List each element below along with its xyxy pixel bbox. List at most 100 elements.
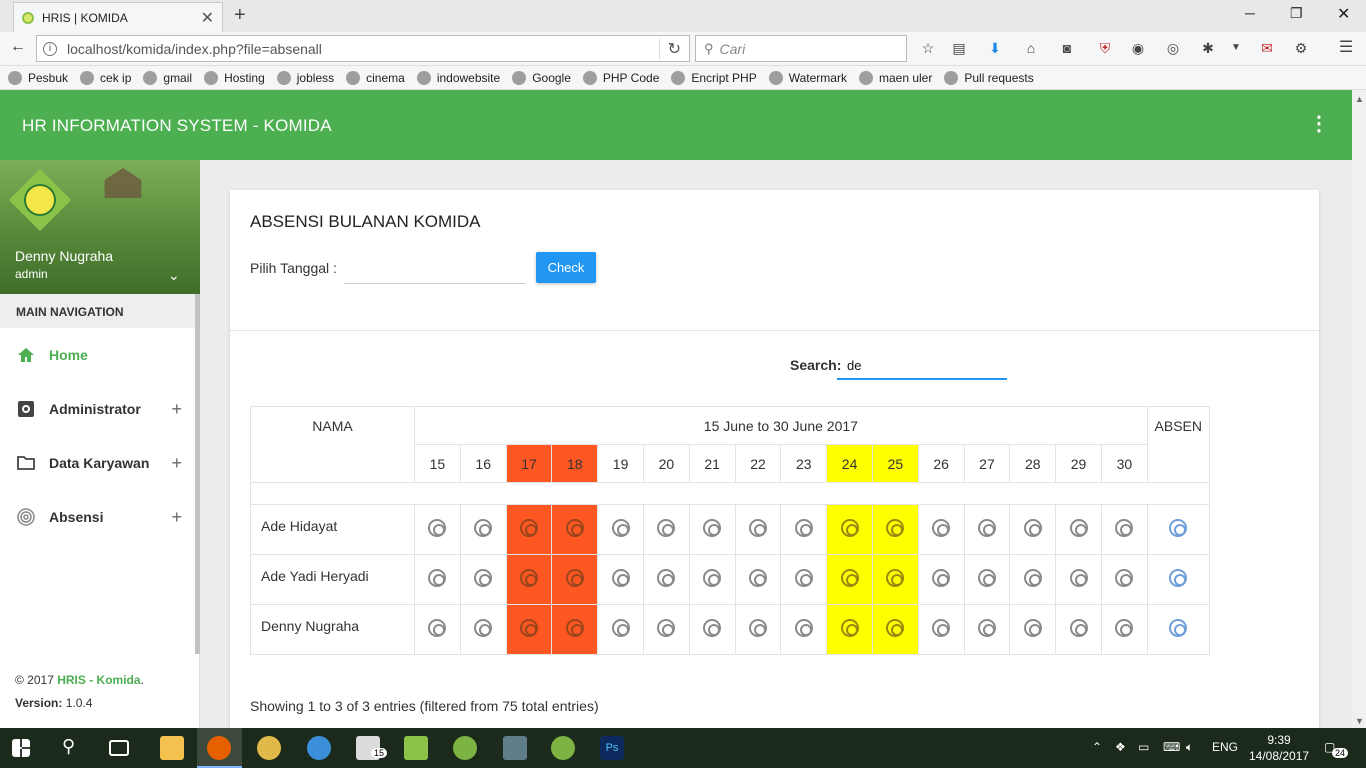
search-input[interactable]: de [837, 350, 1007, 380]
sidebar-item-data-karyawan[interactable]: Data Karyawan + [0, 436, 196, 490]
volume-icon[interactable]: 🔈︎ [1186, 740, 1193, 755]
taskbar-clock[interactable]: 9:39 14/08/2017 [1249, 732, 1309, 764]
search-taskbar-icon[interactable]: ⚲ [62, 736, 86, 760]
attendance-cell[interactable] [688, 604, 736, 655]
attendance-cell[interactable] [1100, 504, 1148, 555]
expand-plus-icon[interactable]: + [171, 453, 182, 474]
attendance-cell[interactable] [551, 554, 599, 605]
bookmark-item[interactable]: Google [512, 70, 571, 85]
file-explorer-icon[interactable] [160, 736, 184, 760]
footer-brand-link[interactable]: HRIS - Komida [57, 673, 140, 687]
network-icon[interactable]: ⌨ [1163, 740, 1180, 754]
firefox-icon[interactable] [207, 736, 231, 760]
attendance-cell[interactable] [871, 504, 919, 555]
attendance-cell[interactable] [414, 554, 461, 605]
attendance-cell[interactable] [963, 504, 1011, 555]
scroll-down-icon[interactable]: ▼ [1355, 716, 1364, 726]
android-studio-icon[interactable] [453, 736, 477, 760]
attendance-cell[interactable] [414, 604, 461, 655]
attendance-cell[interactable] [551, 504, 599, 555]
date-input[interactable] [344, 252, 526, 284]
attendance-cell[interactable] [1055, 604, 1102, 655]
attendance-cell[interactable] [597, 504, 644, 555]
bookmark-item[interactable]: Hosting [204, 70, 265, 85]
attendance-cell[interactable] [597, 554, 644, 605]
bookmark-item[interactable]: PHP Code [582, 70, 659, 85]
attendance-cell[interactable] [551, 604, 599, 655]
android-studio-icon-2[interactable] [551, 736, 575, 760]
addon-gear-icon[interactable]: ⚙ [1293, 40, 1309, 56]
bookmark-item[interactable]: Encript PHP [671, 70, 757, 85]
pocket-icon[interactable]: ◙ [1059, 40, 1075, 56]
download-icon[interactable]: ⬇ [987, 40, 1003, 56]
close-tab-icon[interactable]: ✕ [201, 8, 214, 28]
home-browser-icon[interactable]: ⌂ [1023, 40, 1039, 56]
absen-cell[interactable] [1146, 554, 1210, 605]
sidebar-scrollbar[interactable] [195, 294, 200, 654]
app-icon-3[interactable] [503, 736, 527, 760]
addon-circle-icon[interactable]: ◎ [1165, 40, 1181, 56]
attendance-cell[interactable] [1055, 554, 1102, 605]
attendance-cell[interactable] [642, 604, 690, 655]
addon-eye-icon[interactable]: ◉ [1130, 40, 1146, 56]
attendance-cell[interactable] [1100, 604, 1148, 655]
bookmark-item[interactable]: Pesbuk [8, 70, 68, 85]
attendance-cell[interactable] [688, 504, 736, 555]
attendance-cell[interactable] [963, 554, 1011, 605]
attendance-cell[interactable] [871, 554, 919, 605]
battery-icon[interactable]: ▭ [1138, 740, 1149, 754]
attendance-cell[interactable] [917, 604, 965, 655]
restore-icon[interactable]: ❐ [1290, 5, 1303, 22]
attendance-cell[interactable] [459, 554, 507, 605]
attendance-cell[interactable] [642, 504, 690, 555]
windows-start-icon[interactable] [12, 739, 30, 757]
attendance-cell[interactable] [780, 554, 828, 605]
attendance-cell[interactable] [414, 504, 461, 555]
bookmark-item[interactable]: cinema [346, 70, 405, 85]
bookmark-item[interactable]: Pull requests [944, 70, 1034, 85]
notepad-icon[interactable] [404, 736, 428, 760]
attendance-cell[interactable] [688, 554, 736, 605]
attendance-cell[interactable] [1009, 554, 1057, 605]
attendance-cell[interactable] [780, 604, 828, 655]
browser-tab[interactable]: HRIS | KOMIDA ✕ [13, 2, 223, 32]
bookmark-item[interactable]: Watermark [768, 70, 847, 85]
addon-shield-icon[interactable]: ⛨ [1097, 40, 1113, 56]
expand-plus-icon[interactable]: + [171, 399, 182, 420]
new-tab-icon[interactable]: + [234, 4, 246, 27]
attendance-cell[interactable] [780, 504, 828, 555]
chevron-down-icon[interactable]: ⌄ [168, 267, 180, 284]
scroll-up-icon[interactable]: ▲ [1355, 94, 1364, 104]
attendance-cell[interactable] [1100, 554, 1148, 605]
attendance-cell[interactable] [826, 604, 873, 655]
expand-plus-icon[interactable]: + [171, 507, 182, 528]
reload-icon[interactable]: ↻ [658, 38, 689, 59]
more-vert-icon[interactable]: ⋮ [1309, 114, 1329, 134]
addon-badge-icon[interactable]: ✉ [1259, 40, 1275, 56]
sidebar-item-home[interactable]: Home [0, 328, 196, 382]
attendance-cell[interactable] [917, 504, 965, 555]
attendance-cell[interactable] [917, 554, 965, 605]
info-icon[interactable]: i [43, 41, 57, 56]
attendance-cell[interactable] [826, 554, 873, 605]
menu-icon[interactable]: ☰ [1338, 40, 1354, 56]
close-window-icon[interactable]: ✕ [1337, 4, 1350, 24]
absen-cell[interactable] [1146, 504, 1210, 555]
attendance-cell[interactable] [505, 554, 553, 605]
url-bar[interactable]: i localhost/komida/index.php?file=absena… [36, 35, 690, 62]
attendance-cell[interactable] [505, 604, 553, 655]
check-button[interactable]: Check [536, 252, 596, 283]
back-icon[interactable]: ← [10, 38, 26, 56]
attendance-cell[interactable] [871, 604, 919, 655]
column-header-absen[interactable]: ABSEN [1146, 406, 1210, 483]
attendance-cell[interactable] [963, 604, 1011, 655]
bookmark-item[interactable]: maen uler [858, 70, 932, 85]
minimize-icon[interactable]: ─ [1245, 5, 1255, 21]
attendance-cell[interactable] [505, 504, 553, 555]
dropdown-icon[interactable]: ▼ [1228, 40, 1244, 56]
browser-search-input[interactable]: ⚲ Cari [695, 35, 907, 62]
page-scrollbar[interactable]: ▲ ▼ [1352, 90, 1366, 728]
sidebar-item-administrator[interactable]: Administrator + [0, 382, 196, 436]
attendance-cell[interactable] [1055, 504, 1102, 555]
bookmark-item[interactable]: indowebsite [416, 70, 500, 85]
